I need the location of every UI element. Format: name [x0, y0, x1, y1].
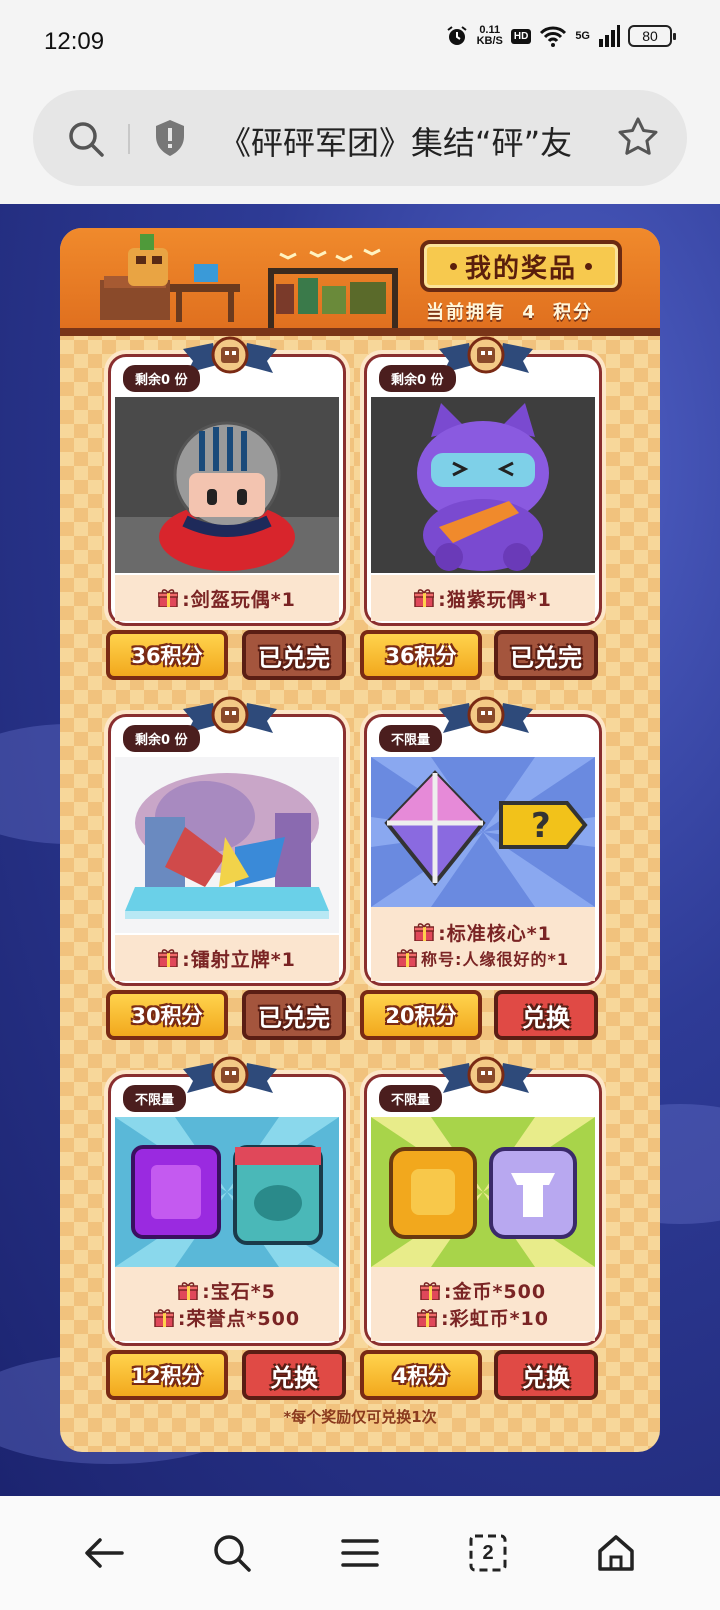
knight-plush-image [115, 397, 339, 573]
net-speed: 0.11 KB/S [476, 24, 503, 47]
home-icon [598, 1535, 634, 1571]
alarm-icon [446, 26, 467, 45]
points-cost-badge: 20积分 [360, 990, 482, 1040]
search-button[interactable] [202, 1523, 262, 1583]
prize-labels: :标准核心*1 称号:人缘很好的*1 [371, 907, 595, 981]
prize-card-laser-stand: 剩余0 份 :镭射立牌*1 [108, 696, 346, 986]
stock-tag: 不限量 [379, 725, 443, 752]
purple-cat-plush-image [371, 397, 595, 573]
points-cost-badge: 36积分 [360, 630, 482, 680]
prize-card-gems-honor: 不限量 :宝石*5 :荣誉点*500 [108, 1056, 346, 1346]
redeem-limit-note: *每个奖励仅可兑换1次 [283, 1408, 437, 1426]
prize-labels: :金币*500 :彩虹币*10 [371, 1267, 595, 1341]
status-bar: 12:09 0.11 KB/S HD 5G 80 [0, 0, 720, 86]
stock-tag: 剩余0 份 [123, 365, 200, 392]
sold-out-button[interactable]: 已兑完 [242, 630, 346, 680]
prize-card-knight-plush: 剩余0 份 :剑盔玩偶*1 [108, 336, 346, 626]
search-icon [214, 1535, 251, 1572]
redeem-button[interactable]: 兑换 [494, 990, 598, 1040]
stock-tag: 剩余0 份 [123, 725, 200, 752]
gems-honor-image [115, 1117, 339, 1267]
page-title[interactable]: 《砰砰军团》集结“砰”友 [219, 118, 609, 164]
gift-icon [417, 1308, 437, 1327]
tab-count: 2 [482, 1541, 494, 1564]
redeem-button[interactable]: 兑换 [494, 1350, 598, 1400]
hd-badge: HD [510, 28, 532, 44]
card-ribbon-emblem [439, 696, 533, 735]
prize-labels: :镭射立牌*1 [115, 935, 339, 981]
gift-icon [414, 923, 435, 941]
prize-labels: :猫紫玩偶*1 [371, 575, 595, 621]
gift-icon [158, 949, 179, 967]
signal-icon [599, 25, 620, 47]
standard-core-image: ? [371, 757, 595, 907]
stock-tag: 剩余0 份 [379, 365, 456, 392]
card-ribbon-emblem [183, 1056, 277, 1095]
coins-rainbow-image [371, 1117, 595, 1267]
menu-icon [341, 1539, 379, 1567]
battery-indicator: 80 [628, 25, 676, 47]
gift-icon [397, 948, 418, 967]
back-button[interactable] [74, 1523, 134, 1583]
home-button[interactable] [586, 1523, 646, 1583]
browser-bottom-nav: 2 [0, 1496, 720, 1610]
my-prizes-button[interactable]: 我的奖品 [420, 240, 622, 292]
search-icon[interactable] [67, 120, 105, 158]
status-icons: 0.11 KB/S HD 5G 80 [445, 24, 676, 48]
points-cost-badge: 36积分 [106, 630, 228, 680]
points-owned: 当前拥有 4 积分 [426, 302, 594, 323]
stock-tag: 不限量 [123, 1085, 187, 1112]
prize-card-purple-cat-plush: 剩余0 份 :猫紫玩偶*1 [364, 336, 602, 626]
points-cost-badge: 30积分 [106, 990, 228, 1040]
web-content: 我的奖品 当前拥有 4 积分 剩余0 份 :剑盔玩偶*1 剩余0 份:猫紫玩偶… [0, 204, 720, 1496]
address-divider [128, 124, 130, 154]
prize-panel: 我的奖品 当前拥有 4 积分 剩余0 份 :剑盔玩偶*1 剩余0 份:猫紫玩偶… [60, 228, 660, 1452]
points-cost-badge: 4积分 [360, 1350, 482, 1400]
shield-icon[interactable] [153, 118, 187, 158]
menu-button[interactable] [330, 1523, 390, 1583]
redeem-button[interactable]: 兑换 [242, 1350, 346, 1400]
prize-labels: :剑盔玩偶*1 [115, 575, 339, 621]
wifi-icon [540, 26, 567, 47]
gift-icon [153, 1308, 174, 1327]
status-time: 12:09 [44, 28, 105, 55]
panel-header: 我的奖品 当前拥有 4 积分 [60, 228, 660, 336]
sold-out-button[interactable]: 已兑完 [494, 630, 598, 680]
svg-text:?: ? [531, 806, 551, 846]
address-bar[interactable]: 《砰砰军团》集结“砰”友 [33, 90, 687, 186]
sold-out-button[interactable]: 已兑完 [242, 990, 346, 1040]
pixel-scene-illustration [100, 234, 398, 328]
browser-toolbar: 《砰砰军团》集结“砰”友 [0, 86, 720, 204]
card-ribbon-emblem [439, 1056, 533, 1095]
gift-icon [158, 589, 179, 607]
gift-icon [414, 589, 435, 607]
prize-card-coins-rainbow: 不限量 :金币*500 :彩虹币*10 [364, 1056, 602, 1346]
gift-icon [178, 1281, 199, 1300]
stock-tag: 不限量 [379, 1085, 443, 1112]
prize-labels: :宝石*5 :荣誉点*500 [115, 1267, 339, 1341]
back-icon [85, 1538, 124, 1568]
prize-card-standard-core: 不限量 ? :标准核心*1 称号:人缘很好的*1 [364, 696, 602, 986]
star-icon[interactable] [617, 116, 659, 158]
network-type: 5G [575, 30, 590, 42]
laser-stand-image [115, 757, 339, 933]
gift-icon [419, 1281, 440, 1300]
tabs-button[interactable]: 2 [458, 1523, 518, 1583]
points-cost-badge: 12积分 [106, 1350, 228, 1400]
